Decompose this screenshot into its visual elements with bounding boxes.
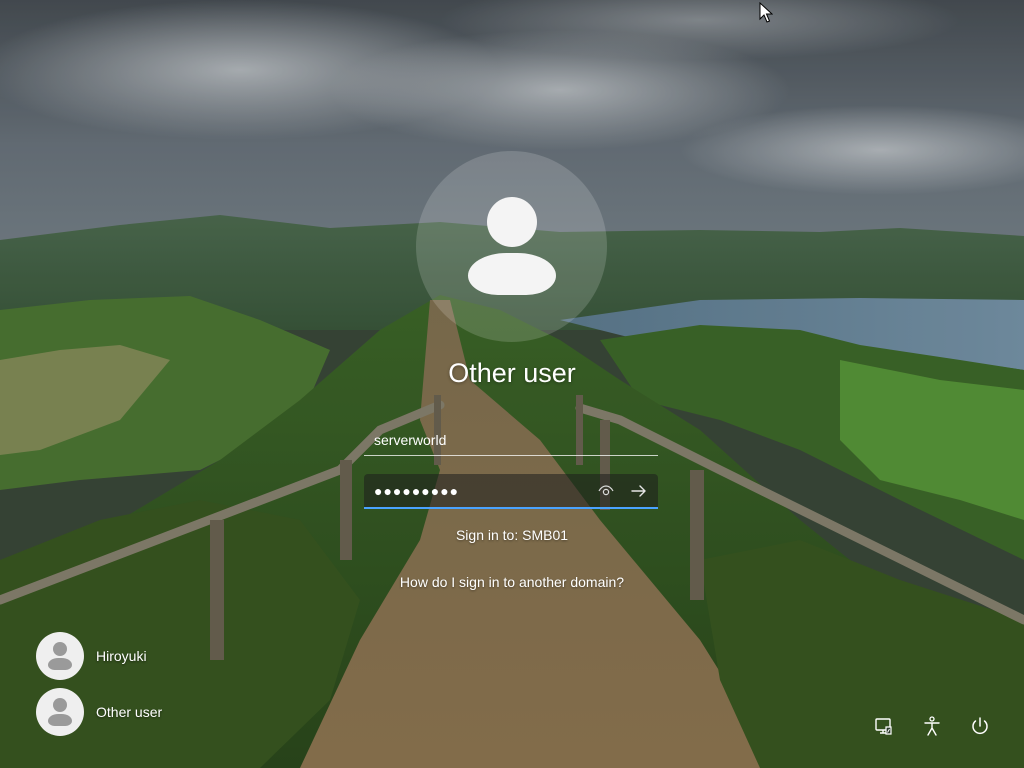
user-name: Hiroyuki <box>96 648 147 664</box>
user-name: Other user <box>96 704 163 720</box>
username-field[interactable]: serverworld <box>364 424 658 456</box>
submit-arrow-icon[interactable] <box>626 480 652 502</box>
user-list-item-other-user[interactable]: Other user <box>36 688 236 736</box>
mouse-cursor-icon <box>759 2 773 23</box>
user-avatar-small <box>36 632 84 680</box>
network-icon[interactable] <box>872 714 896 738</box>
avatar-head-shape <box>53 698 67 712</box>
lock-screen: Other user serverworld ●●●●●●●●● Sign in… <box>0 0 1024 768</box>
other-domain-help-link[interactable]: How do I sign in to another domain? <box>362 574 662 590</box>
password-field[interactable]: ●●●●●●●●● <box>364 474 658 509</box>
username-value: serverworld <box>374 432 447 448</box>
sign-in-domain-text: Sign in to: SMB01 <box>455 527 569 543</box>
user-avatar-large <box>416 151 607 342</box>
accessibility-icon[interactable] <box>920 714 944 738</box>
user-list-item-hiroyuki[interactable]: Hiroyuki <box>36 632 236 680</box>
avatar-body-shape <box>48 714 72 726</box>
reveal-password-eye-icon[interactable] <box>596 481 616 501</box>
avatar-body-shape <box>48 658 72 670</box>
power-icon[interactable] <box>968 714 992 738</box>
avatar-body-shape <box>468 253 556 295</box>
avatar-head-shape <box>53 642 67 656</box>
password-focus-underline <box>364 507 658 509</box>
avatar-head-shape <box>487 197 537 247</box>
user-title: Other user <box>448 358 576 388</box>
user-avatar-small <box>36 688 84 736</box>
password-value: ●●●●●●●●● <box>374 483 460 499</box>
